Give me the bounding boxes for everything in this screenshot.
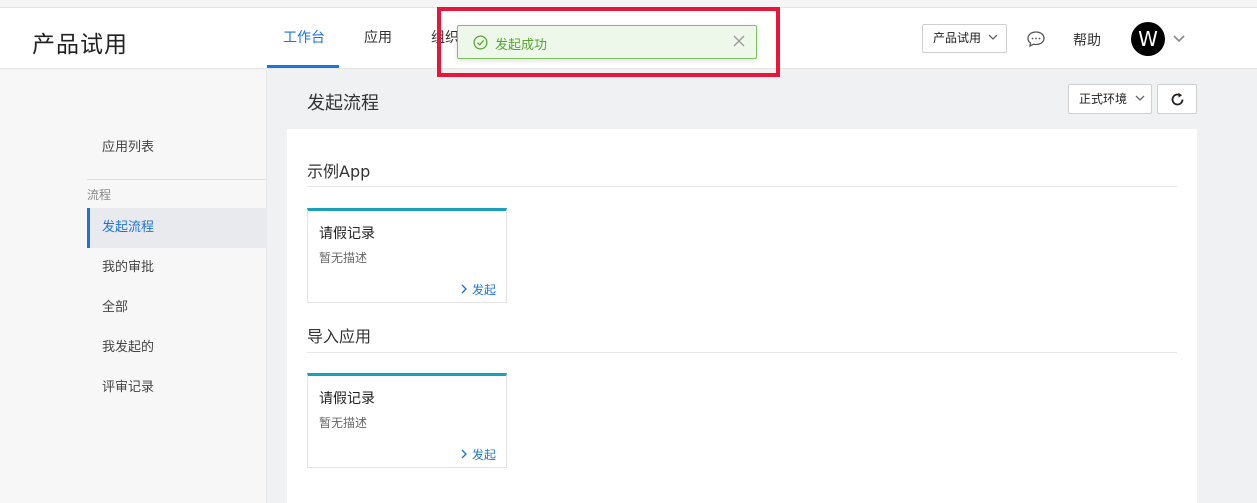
refresh-icon bbox=[1171, 92, 1184, 106]
section-title-imported-apps: 导入应用 bbox=[307, 327, 372, 346]
card-title: 请假记录 bbox=[319, 391, 375, 407]
process-card[interactable]: 请假记录 暂无描述 发起 bbox=[307, 208, 507, 303]
app-title: 产品试用 bbox=[32, 32, 128, 58]
avatar[interactable]: W bbox=[1131, 22, 1165, 56]
process-card[interactable]: 请假记录 暂无描述 发起 bbox=[307, 373, 507, 468]
active-tab-indicator bbox=[267, 65, 339, 68]
sidebar-item-my-approvals[interactable]: 我的审批 bbox=[87, 248, 267, 288]
tab-workbench[interactable]: 工作台 bbox=[283, 8, 325, 69]
chevron-right-icon bbox=[461, 449, 467, 459]
card-description: 暂无描述 bbox=[319, 416, 368, 430]
section-divider bbox=[307, 186, 1177, 187]
product-select[interactable]: 产品试用 bbox=[922, 24, 1007, 53]
start-process-link[interactable]: 发起 bbox=[460, 446, 496, 463]
start-process-link[interactable]: 发起 bbox=[460, 281, 496, 298]
section-title-sample-app: 示例App bbox=[307, 162, 371, 181]
environment-select[interactable]: 正式环境 bbox=[1068, 84, 1152, 114]
card-description: 暂无描述 bbox=[319, 251, 368, 265]
sidebar-item-initiated-by-me[interactable]: 我发起的 bbox=[87, 328, 267, 368]
refresh-button[interactable] bbox=[1157, 84, 1197, 114]
section-divider bbox=[307, 352, 1177, 353]
sidebar: 应用列表 流程 发起流程 我的审批 全部 我发起的 评审记录 bbox=[0, 70, 267, 503]
highlight-box bbox=[437, 7, 780, 77]
start-process-label: 发起 bbox=[471, 283, 496, 297]
card-title: 请假记录 bbox=[319, 226, 375, 242]
page-title: 发起流程 bbox=[307, 93, 379, 114]
chevron-down-icon[interactable] bbox=[1172, 34, 1186, 44]
tab-apps[interactable]: 应用 bbox=[364, 8, 392, 69]
sidebar-item-all[interactable]: 全部 bbox=[87, 288, 267, 328]
chevron-down-icon bbox=[988, 34, 998, 40]
environment-select-value: 正式环境 bbox=[1079, 92, 1128, 106]
sidebar-item-start-process[interactable]: 发起流程 bbox=[87, 208, 267, 248]
help-link[interactable]: 帮助 bbox=[1073, 30, 1101, 50]
message-icon[interactable] bbox=[1026, 29, 1046, 49]
product-select-value: 产品试用 bbox=[933, 31, 982, 45]
sidebar-item-review-records[interactable]: 评审记录 bbox=[87, 368, 267, 408]
sidebar-group-label: 流程 bbox=[87, 188, 112, 202]
start-process-label: 发起 bbox=[471, 448, 496, 462]
chevron-right-icon bbox=[461, 284, 467, 294]
sidebar-item-app-list[interactable]: 应用列表 bbox=[87, 128, 267, 168]
chevron-down-icon bbox=[1135, 95, 1145, 101]
sidebar-divider bbox=[87, 179, 267, 180]
